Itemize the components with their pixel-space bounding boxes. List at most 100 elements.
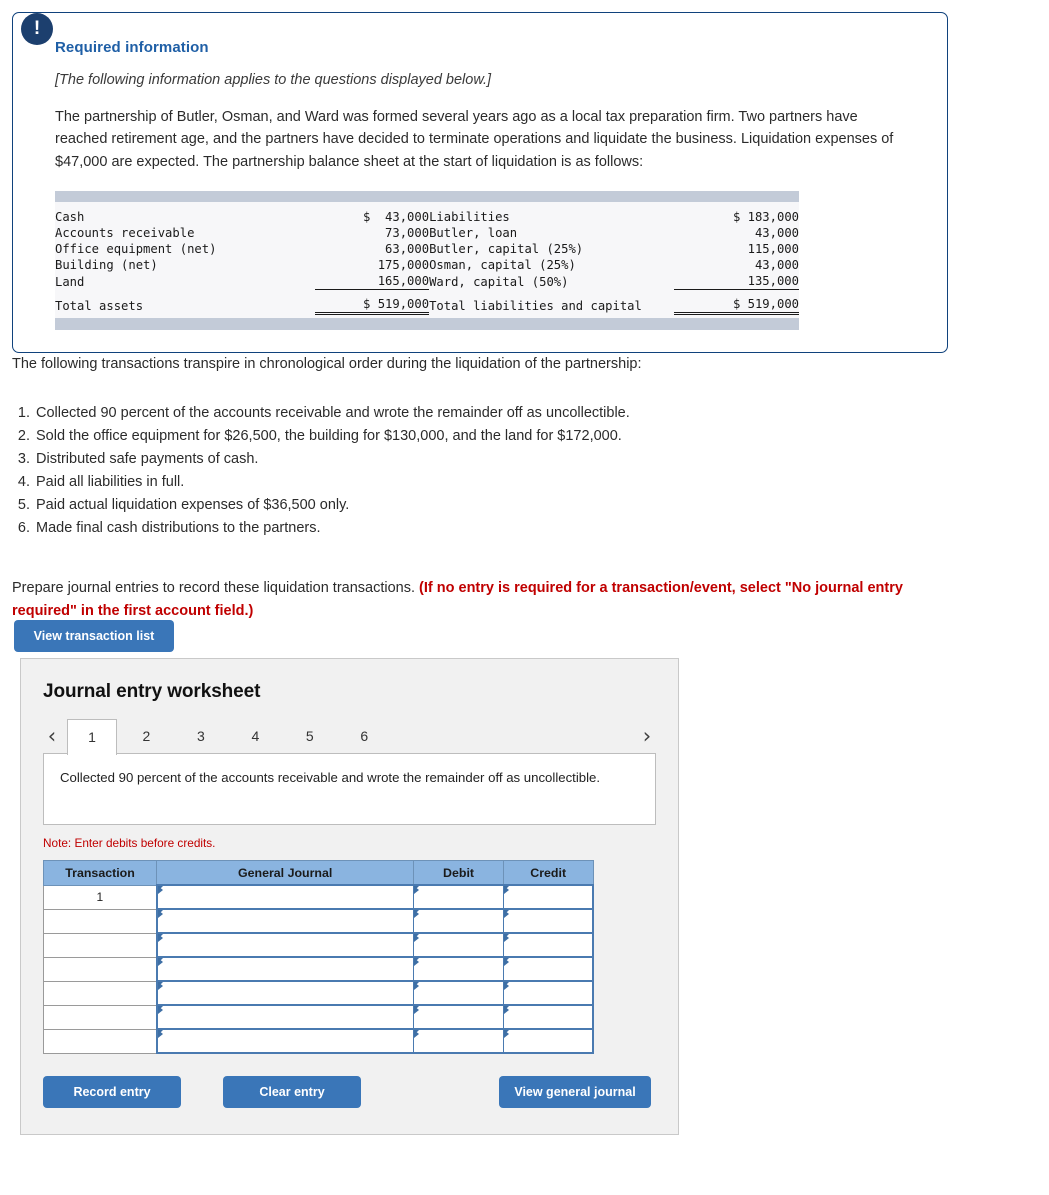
active-tab-description: Collected 90 percent of the accounts rec… (43, 753, 656, 825)
tab-entry-5[interactable]: 5 (285, 719, 335, 754)
transactions-lead: The following transactions transpire in … (12, 356, 642, 372)
page-title: Required information (55, 39, 209, 56)
table-row: Land 165,000 Ward, capital (50%) 135,000 (55, 273, 799, 291)
prepare-instruction-plain: Prepare journal entries to record these … (12, 580, 420, 597)
credit-input[interactable] (502, 980, 594, 1006)
equity-label: Ward, capital (50%) (429, 274, 569, 289)
prepare-instruction: Prepare journal entries to record these … (12, 577, 932, 622)
general-journal-input[interactable] (155, 980, 415, 1006)
debit-input[interactable] (413, 980, 504, 1006)
credit-input[interactable] (502, 932, 594, 958)
table-row (42, 1028, 594, 1054)
equity-label: Butler, capital (25%) (429, 242, 584, 257)
asset-amount: $ 43,000 (363, 210, 430, 225)
tab-entry-3[interactable]: 3 (176, 719, 226, 754)
list-item: Paid actual liquidation expenses of $36,… (34, 494, 992, 517)
tab-entry-4[interactable]: 4 (230, 719, 280, 754)
column-header-debit: Debit (413, 860, 504, 886)
credit-input[interactable] (502, 884, 594, 910)
general-journal-input[interactable] (155, 956, 415, 982)
journal-entry-worksheet: Journal entry worksheet ‹ 1 2 3 4 5 6 › … (20, 658, 679, 1135)
total-equities-amount: $ 519,000 (674, 289, 799, 316)
journal-entry-table: Transaction General Journal Debit Credit… (42, 860, 594, 1054)
table-row-total: Total assets $ 519,000 Total liabilities… (55, 289, 799, 316)
transactions-section: The following transactions transpire in … (12, 356, 992, 622)
transaction-number-cell (42, 932, 158, 958)
table-row: Office equipment (net) 63,000 Butler, ca… (55, 241, 799, 257)
balance-sheet: Cash $ 43,000 Liabilities $ 183,000 Acco… (55, 191, 799, 331)
tab-entry-1[interactable]: 1 (67, 719, 117, 755)
required-information-card: ! Required information [The following in… (12, 12, 948, 354)
worksheet-tabs: ‹ 1 2 3 4 5 6 › (43, 719, 656, 755)
asset-amount: 165,000 (314, 273, 430, 291)
tab-entry-6[interactable]: 6 (339, 719, 389, 754)
credit-input[interactable] (502, 908, 594, 934)
debit-input[interactable] (413, 1028, 504, 1054)
balance-sheet-body: Cash $ 43,000 Liabilities $ 183,000 Acco… (55, 202, 799, 319)
column-header-general-journal: General Journal (156, 860, 415, 886)
transaction-number-cell (42, 1028, 158, 1054)
equity-label: Osman, capital (25%) (429, 258, 576, 273)
total-assets-amount: $ 519,000 (314, 289, 430, 316)
table-row (42, 956, 594, 982)
balance-sheet-table: Cash $ 43,000 Liabilities $ 183,000 Acco… (55, 209, 799, 316)
general-journal-input[interactable] (155, 932, 415, 958)
asset-label: Accounts receivable (55, 226, 195, 241)
total-assets-label: Total assets (55, 298, 144, 313)
record-entry-button[interactable]: Record entry (43, 1076, 181, 1108)
asset-amount: 63,000 (385, 242, 430, 257)
credit-input[interactable] (502, 1028, 594, 1054)
table-row (42, 980, 594, 1006)
transaction-number-cell (42, 956, 158, 982)
transaction-number-cell: 1 (42, 884, 158, 910)
credit-input[interactable] (502, 1004, 594, 1030)
table-row (42, 1004, 594, 1030)
debit-input[interactable] (413, 956, 504, 982)
scenario-paragraph: The partnership of Butler, Osman, and Wa… (55, 109, 894, 170)
debit-input[interactable] (413, 1004, 504, 1030)
debit-input[interactable] (413, 932, 504, 958)
table-row: 1 (42, 884, 594, 910)
general-journal-input[interactable] (155, 1028, 415, 1054)
clear-entry-button[interactable]: Clear entry (223, 1076, 361, 1108)
table-row: Cash $ 43,000 Liabilities $ 183,000 (55, 209, 799, 225)
column-header-credit: Credit (502, 860, 594, 886)
list-item: Paid all liabilities in full. (34, 471, 992, 494)
page-root: ! Required information [The following in… (0, 0, 1049, 1195)
general-journal-input[interactable] (155, 908, 415, 934)
transaction-list: Collected 90 percent of the accounts rec… (12, 402, 992, 539)
view-general-journal-button[interactable]: View general journal (499, 1076, 651, 1108)
exclamation-icon: ! (21, 13, 53, 45)
credit-input[interactable] (502, 956, 594, 982)
table-row (42, 908, 594, 934)
list-item: Sold the office equipment for $26,500, t… (34, 425, 992, 448)
balance-sheet-bottom-bar (55, 318, 799, 331)
balance-sheet-top-bar (55, 191, 799, 203)
view-transaction-list-button[interactable]: View transaction list (14, 620, 174, 652)
list-item: Made final cash distributions to the par… (34, 517, 992, 540)
chevron-right-icon[interactable]: › (638, 719, 656, 753)
table-row: Accounts receivable 73,000 Butler, loan … (55, 225, 799, 241)
transaction-number-cell (42, 1004, 158, 1030)
journal-table-wrap: Transaction General Journal Debit Credit… (42, 860, 656, 1054)
equity-label: Liabilities (429, 210, 510, 225)
general-journal-input[interactable] (155, 884, 415, 910)
asset-amount: 73,000 (385, 226, 430, 241)
equity-amount: $ 183,000 (732, 210, 799, 225)
asset-label: Cash (55, 210, 85, 225)
general-journal-input[interactable] (155, 1004, 415, 1030)
applies-note: [The following information applies to th… (55, 72, 492, 88)
chevron-left-icon[interactable]: ‹ (43, 719, 61, 753)
debit-input[interactable] (413, 884, 504, 910)
debit-input[interactable] (413, 908, 504, 934)
debits-before-credits-note: Note: Enter debits before credits. (43, 836, 216, 850)
list-item: Collected 90 percent of the accounts rec… (34, 402, 992, 425)
asset-label: Land (55, 274, 85, 289)
column-header-transaction: Transaction (42, 860, 158, 886)
transaction-number-cell (42, 980, 158, 1006)
tab-entry-2[interactable]: 2 (121, 719, 171, 754)
asset-amount: 175,000 (377, 258, 430, 273)
total-equities-label: Total liabilities and capital (429, 298, 642, 313)
equity-label: Butler, loan (429, 226, 518, 241)
asset-label: Building (net) (55, 258, 158, 273)
